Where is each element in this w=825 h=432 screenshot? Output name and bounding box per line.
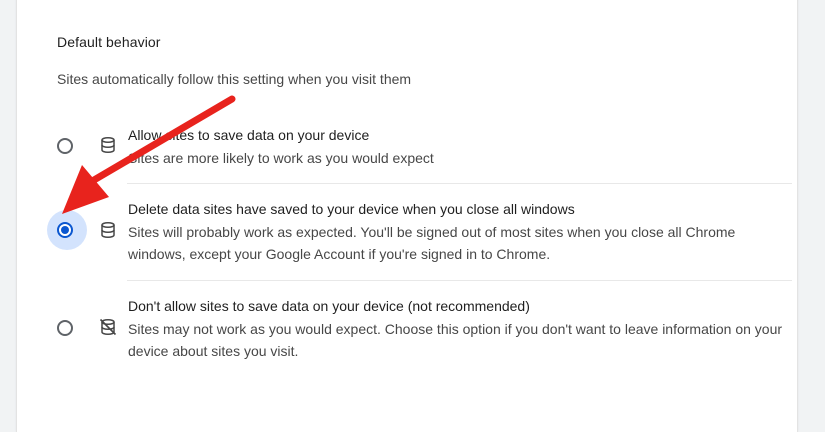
database-off-icon: [99, 318, 117, 336]
database-icon: [101, 221, 115, 239]
option-sublabel-allow: Sites are more likely to work as you wou…: [128, 150, 434, 166]
option-label-delete-on-close: Delete data sites have saved to your dev…: [128, 201, 575, 217]
divider: [127, 183, 792, 184]
option-label-block: Don't allow sites to save data on your d…: [128, 298, 530, 314]
section-title: Default behavior: [57, 34, 161, 50]
option-sublabel-delete-on-close: Sites will probably work as expected. Yo…: [128, 224, 736, 262]
radio-button-block[interactable]: [57, 320, 73, 336]
settings-panel: Default behavior Sites automatically fol…: [16, 0, 798, 432]
database-icon: [101, 136, 115, 154]
radio-button-allow[interactable]: [57, 138, 73, 154]
divider: [127, 280, 792, 281]
option-sublabel-block: Sites may not work as you would expect. …: [128, 321, 783, 359]
radio-button-delete-on-close[interactable]: [57, 222, 73, 238]
option-label-allow: Allow sites to save data on your device: [128, 127, 370, 143]
section-description: Sites automatically follow this setting …: [57, 71, 412, 87]
